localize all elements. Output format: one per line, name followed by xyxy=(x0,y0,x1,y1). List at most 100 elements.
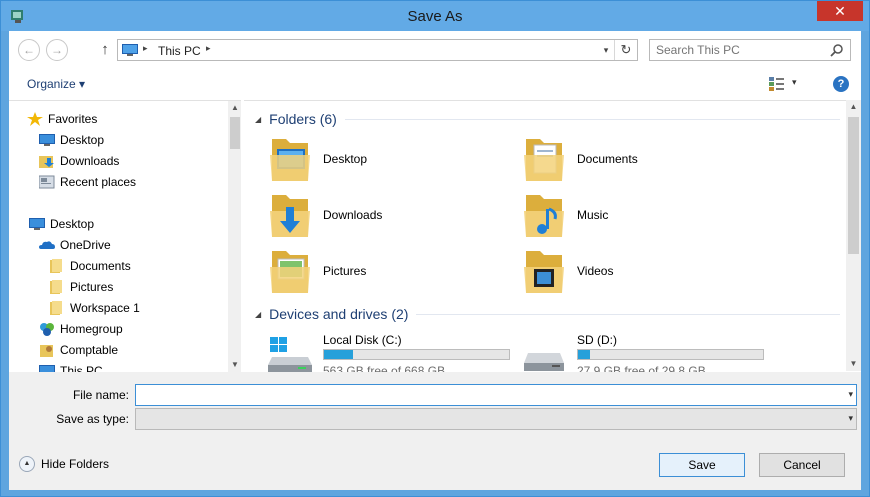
save-as-type-select[interactable]: ▾ xyxy=(135,408,857,430)
drives-group-header[interactable]: ◢ Devices and drives (2) xyxy=(244,306,840,322)
address-dropdown-button[interactable]: ▾ xyxy=(599,43,613,57)
file-content-pane[interactable]: ◢ Folders (6) Desktop Documents Download… xyxy=(244,100,846,372)
drive-name: SD (D:) xyxy=(577,333,617,347)
organize-menu-button[interactable]: Organize ▾ xyxy=(27,77,85,91)
sidebar-item-onedrive[interactable]: OneDrive xyxy=(39,235,111,255)
removable-drive-icon xyxy=(524,353,564,371)
hide-folders-button[interactable]: ▲ Hide Folders xyxy=(19,456,109,472)
desktop-folder-icon xyxy=(270,139,310,181)
recent-places-icon xyxy=(39,175,55,189)
drives-group-title: Devices and drives (2) xyxy=(269,306,409,322)
sidebar-item-homegroup[interactable]: Homegroup xyxy=(39,319,123,339)
documents-folder-icon xyxy=(524,139,564,181)
desktop-icon xyxy=(39,134,55,146)
file-name-field[interactable]: ▾ xyxy=(135,384,857,406)
back-button[interactable]: ← xyxy=(18,39,40,61)
folder-icon xyxy=(50,280,62,294)
collapse-caret-icon[interactable]: ◢ xyxy=(255,115,261,124)
drive-name: Local Disk (C:) xyxy=(323,333,402,347)
forward-button[interactable]: → xyxy=(46,39,68,61)
title-bar[interactable]: Save As ✕ xyxy=(1,1,869,31)
folder-tile-label: Music xyxy=(577,208,609,222)
cancel-button[interactable]: Cancel xyxy=(759,453,845,477)
scrollbar-thumb[interactable] xyxy=(848,117,859,254)
sidebar-item-label: Desktop xyxy=(50,217,95,231)
group-divider xyxy=(344,118,840,120)
sidebar-item-label: Comptable xyxy=(60,343,119,357)
folder-icon xyxy=(50,259,62,273)
sidebar-item-comptable[interactable]: Comptable xyxy=(39,340,118,360)
drive-tile-local-disk[interactable]: Local Disk (C:) 563 GB free of 668 GB xyxy=(268,333,518,372)
save-button[interactable]: Save xyxy=(659,453,745,477)
sidebar-item-label: Downloads xyxy=(60,154,120,168)
sidebar-item-label: This PC xyxy=(60,364,103,372)
address-bar[interactable]: ▸ This PC ▸ ▾ ↻ xyxy=(117,39,638,61)
sidebar-item-recent-places[interactable]: Recent places xyxy=(39,172,136,192)
view-options-dropdown-icon[interactable]: ▾ xyxy=(792,77,797,88)
sidebar-item-favorites[interactable]: Favorites xyxy=(27,109,97,129)
drive-free-space: 563 GB free of 668 GB xyxy=(323,364,446,372)
folder-tile-downloads[interactable]: Downloads xyxy=(268,191,508,241)
drive-usage-bar xyxy=(577,349,764,360)
collapse-up-icon: ▲ xyxy=(19,456,35,472)
search-input[interactable] xyxy=(656,43,826,57)
folder-tile-label: Videos xyxy=(577,264,614,278)
close-button[interactable]: ✕ xyxy=(817,1,863,21)
change-view-icon[interactable] xyxy=(769,77,785,91)
folder-tile-desktop[interactable]: Desktop xyxy=(268,135,508,185)
drive-tile-sd[interactable]: SD (D:) 27.9 GB free of 29.8 GB xyxy=(522,333,772,372)
music-folder-icon xyxy=(524,195,564,237)
group-divider xyxy=(416,313,840,315)
navigation-pane-scrollbar[interactable]: ▲ ▼ xyxy=(228,101,241,372)
star-icon xyxy=(27,112,43,126)
chevron-down-icon[interactable]: ▾ xyxy=(848,389,853,400)
scroll-down-arrow-icon[interactable]: ▼ xyxy=(846,357,861,371)
sidebar-item-desktop-root[interactable]: Desktop xyxy=(29,214,94,234)
scroll-down-arrow-icon[interactable]: ▼ xyxy=(228,358,241,372)
scroll-up-arrow-icon[interactable]: ▲ xyxy=(846,100,861,114)
sidebar-item-label: OneDrive xyxy=(60,238,111,252)
sidebar-item-documents[interactable]: Documents xyxy=(49,256,131,276)
windows-drive-icon xyxy=(268,337,312,372)
scroll-up-arrow-icon[interactable]: ▲ xyxy=(228,101,241,115)
sidebar-item-downloads[interactable]: Downloads xyxy=(39,151,119,171)
onedrive-cloud-icon xyxy=(39,241,55,249)
sidebar-item-pictures[interactable]: Pictures xyxy=(49,277,113,297)
homegroup-icon xyxy=(40,323,54,336)
sidebar-item-workspace[interactable]: Workspace 1 xyxy=(49,298,140,318)
up-button[interactable]: ↑ xyxy=(97,41,113,59)
collapse-caret-icon[interactable]: ◢ xyxy=(255,310,261,319)
sidebar-item-label: Workspace 1 xyxy=(70,301,140,315)
file-name-label: File name: xyxy=(72,388,129,402)
pictures-folder-icon xyxy=(270,251,310,293)
search-box[interactable] xyxy=(649,39,851,61)
scrollbar-thumb[interactable] xyxy=(230,117,240,149)
folder-tile-pictures[interactable]: Pictures xyxy=(268,247,508,297)
folder-tile-videos[interactable]: Videos xyxy=(522,247,762,297)
content-pane-scrollbar[interactable]: ▲ ▼ xyxy=(846,100,861,371)
folder-tile-label: Documents xyxy=(577,152,638,166)
sidebar-item-desktop[interactable]: Desktop xyxy=(39,130,104,150)
search-icon[interactable] xyxy=(830,43,844,57)
file-name-input[interactable] xyxy=(139,388,829,402)
help-icon[interactable]: ? xyxy=(833,76,849,92)
folder-tile-music[interactable]: Music xyxy=(522,191,762,241)
desktop-icon xyxy=(29,218,45,230)
sidebar-item-this-pc[interactable]: This PC xyxy=(39,361,103,372)
drive-usage-fill xyxy=(324,350,354,359)
navigation-pane[interactable]: Favorites Desktop Downloads Recent place… xyxy=(9,100,241,372)
folder-tile-documents[interactable]: Documents xyxy=(522,135,762,185)
videos-folder-icon xyxy=(524,251,564,293)
refresh-button[interactable]: ↻ xyxy=(614,40,637,60)
sidebar-item-label: Desktop xyxy=(60,133,105,147)
breadcrumb-separator-icon[interactable]: ▸ xyxy=(143,43,148,54)
save-as-dialog: Save As ✕ ← → ↑ ▸ This PC ▸ ▾ ↻ Organize xyxy=(0,0,870,497)
hide-folders-label: Hide Folders xyxy=(41,457,110,471)
folders-group-header[interactable]: ◢ Folders (6) xyxy=(244,111,840,127)
folder-tile-label: Pictures xyxy=(323,264,367,278)
sidebar-item-label: Documents xyxy=(70,259,131,273)
breadcrumb-this-pc[interactable]: This PC xyxy=(158,44,201,58)
breadcrumb-chevron-icon[interactable]: ▸ xyxy=(206,43,211,54)
chevron-down-icon[interactable]: ▾ xyxy=(848,413,853,424)
folder-icon xyxy=(50,301,62,315)
